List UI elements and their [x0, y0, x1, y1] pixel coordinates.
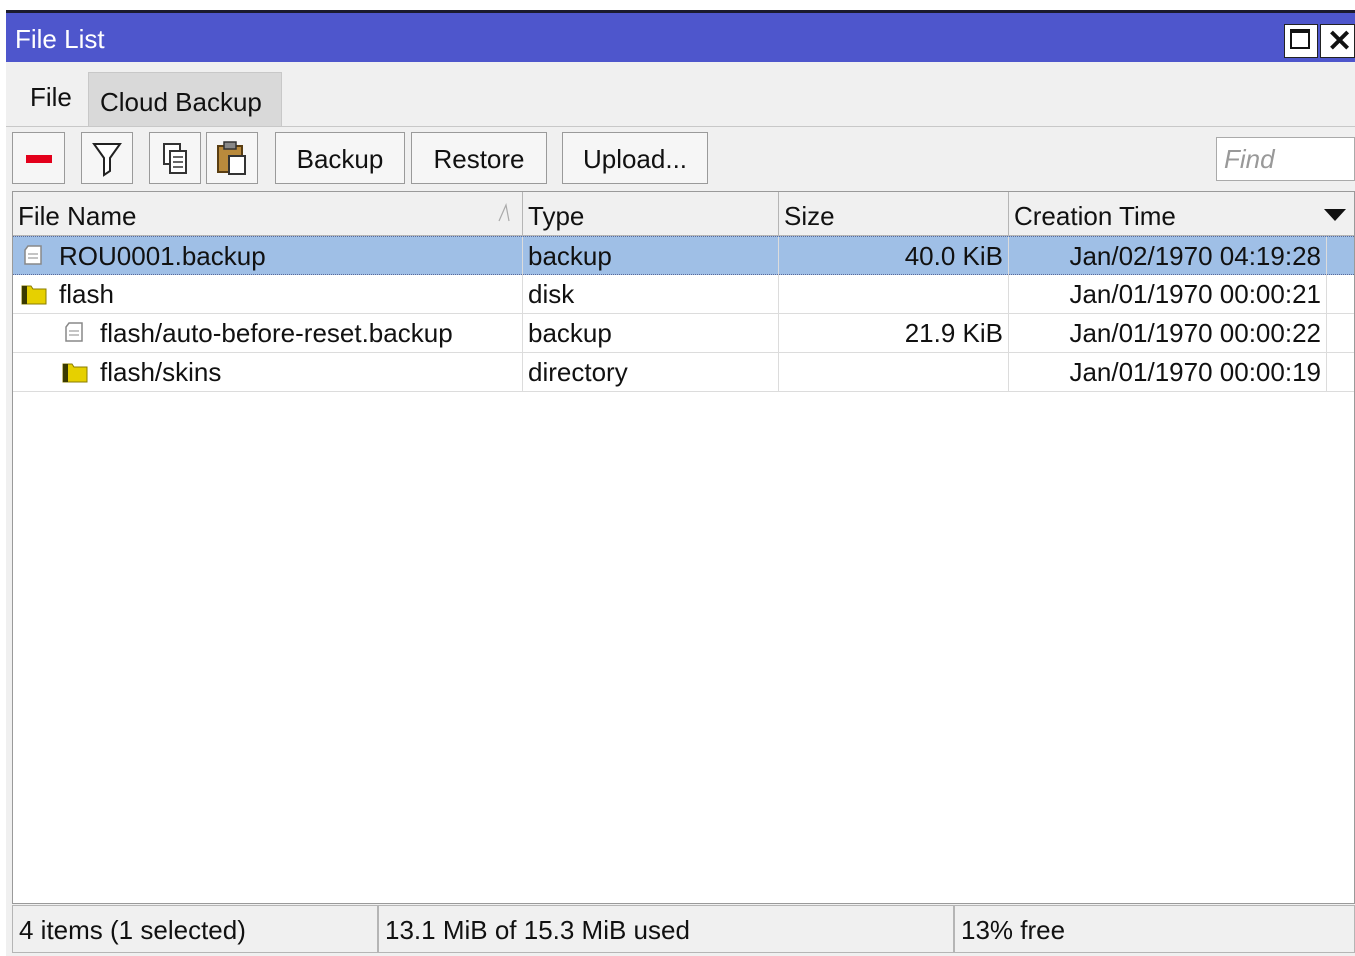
find-box[interactable] [1216, 137, 1355, 181]
column-header-size-label: Size [784, 201, 835, 231]
tab-bar: File Cloud Backup [6, 62, 1355, 126]
upload-button[interactable]: Upload... [562, 132, 708, 184]
status-disk-usage: 13.1 MiB of 15.3 MiB used [378, 905, 954, 953]
status-free-space-text: 13% free [961, 915, 1066, 945]
document-icon [24, 245, 42, 265]
cell-creation-time: Jan/01/1970 00:00:19 [1009, 353, 1327, 391]
cell-type: disk [523, 275, 779, 313]
cell-file-name: flash/skins [13, 353, 523, 391]
file-name: ROU0001.backup [59, 241, 266, 271]
upload-button-label: Upload... [582, 144, 688, 174]
file-name: flash/skins [100, 357, 222, 387]
table-row[interactable]: flash/skins directory Jan/01/1970 00:00:… [13, 353, 1354, 392]
column-header-creation-time[interactable]: Creation Time [1009, 192, 1354, 236]
file-creation-time: Jan/01/1970 00:00:22 [1069, 318, 1321, 348]
document-icon [65, 322, 83, 342]
cell-file-name: ROU0001.backup [13, 237, 523, 275]
minus-icon [26, 155, 52, 163]
cell-type: directory [523, 353, 779, 391]
backup-button-label: Backup [296, 144, 384, 174]
column-header-type-label: Type [528, 201, 585, 231]
copy-button[interactable] [149, 132, 201, 184]
tab-file[interactable]: File [18, 70, 88, 126]
status-item-count: 4 items (1 selected) [12, 905, 378, 953]
maximize-icon[interactable] [1284, 24, 1318, 58]
column-header-type[interactable]: Type [523, 192, 779, 236]
column-menu-dropdown-icon[interactable] [1323, 207, 1347, 223]
cell-creation-time: Jan/01/1970 00:00:22 [1009, 314, 1327, 352]
cell-type: backup [523, 237, 779, 275]
cell-type: backup [523, 314, 779, 352]
file-type: backup [528, 241, 612, 271]
file-type: directory [528, 357, 628, 387]
folder-icon [21, 285, 47, 305]
close-glyph: ✕ [1327, 25, 1353, 58]
file-type: disk [528, 279, 575, 309]
table-row[interactable]: flash/auto-before-reset.backup backup 21… [13, 314, 1354, 353]
restore-button-label: Restore [433, 144, 525, 174]
file-name: flash/auto-before-reset.backup [100, 318, 453, 348]
folder-icon [62, 363, 88, 383]
backup-button[interactable]: Backup [275, 132, 405, 184]
paste-icon [217, 141, 246, 175]
column-header-file-name[interactable]: File Name [13, 192, 523, 236]
column-header-creation-time-label: Creation Time [1014, 201, 1176, 231]
cell-file-name: flash/auto-before-reset.backup [13, 314, 523, 352]
find-input[interactable] [1217, 138, 1355, 180]
file-table: File Name Type Size Creation Time ROU000… [12, 191, 1355, 904]
file-creation-time: Jan/01/1970 00:00:19 [1069, 357, 1321, 387]
tab-cloud-backup-label: Cloud Backup [100, 87, 262, 117]
sort-asc-icon [498, 203, 510, 222]
cell-creation-time: Jan/01/1970 00:00:21 [1009, 275, 1327, 313]
window-title: File List [15, 24, 105, 54]
file-creation-time: Jan/01/1970 00:00:21 [1069, 279, 1321, 309]
filter-icon [92, 143, 122, 177]
file-creation-time: Jan/02/1970 04:19:28 [1069, 241, 1321, 271]
status-bar: 4 items (1 selected) 13.1 MiB of 15.3 Mi… [12, 904, 1355, 954]
column-header-file-name-label: File Name [18, 201, 137, 231]
table-row[interactable]: flash disk Jan/01/1970 00:00:21 [13, 275, 1354, 314]
file-size: 40.0 KiB [904, 241, 1003, 271]
file-size: 21.9 KiB [904, 318, 1003, 348]
cell-size: 21.9 KiB [779, 314, 1009, 352]
restore-button[interactable]: Restore [411, 132, 547, 184]
title-bar[interactable]: File List ✕ [6, 10, 1355, 62]
tab-cloud-backup[interactable]: Cloud Backup [88, 72, 282, 126]
copy-icon [163, 143, 187, 174]
remove-button[interactable] [12, 132, 65, 184]
toolbar-divider [6, 126, 1355, 127]
status-disk-usage-text: 13.1 MiB of 15.3 MiB used [385, 915, 690, 945]
close-icon[interactable]: ✕ [1320, 24, 1355, 58]
top-border [0, 0, 1355, 10]
tab-file-label: File [30, 82, 72, 112]
file-name: flash [59, 279, 114, 309]
cell-size: 40.0 KiB [779, 237, 1009, 275]
file-type: backup [528, 318, 612, 348]
table-row[interactable]: ROU0001.backup backup 40.0 KiB Jan/02/19… [13, 236, 1354, 275]
column-header-size[interactable]: Size [779, 192, 1009, 236]
cell-file-name: flash [13, 275, 523, 313]
paste-button[interactable] [206, 132, 258, 184]
filter-button[interactable] [81, 132, 133, 184]
status-item-count-text: 4 items (1 selected) [19, 915, 246, 945]
cell-size [779, 275, 1009, 313]
status-free-space: 13% free [954, 905, 1355, 953]
cell-size [779, 353, 1009, 391]
cell-creation-time: Jan/02/1970 04:19:28 [1009, 237, 1327, 275]
